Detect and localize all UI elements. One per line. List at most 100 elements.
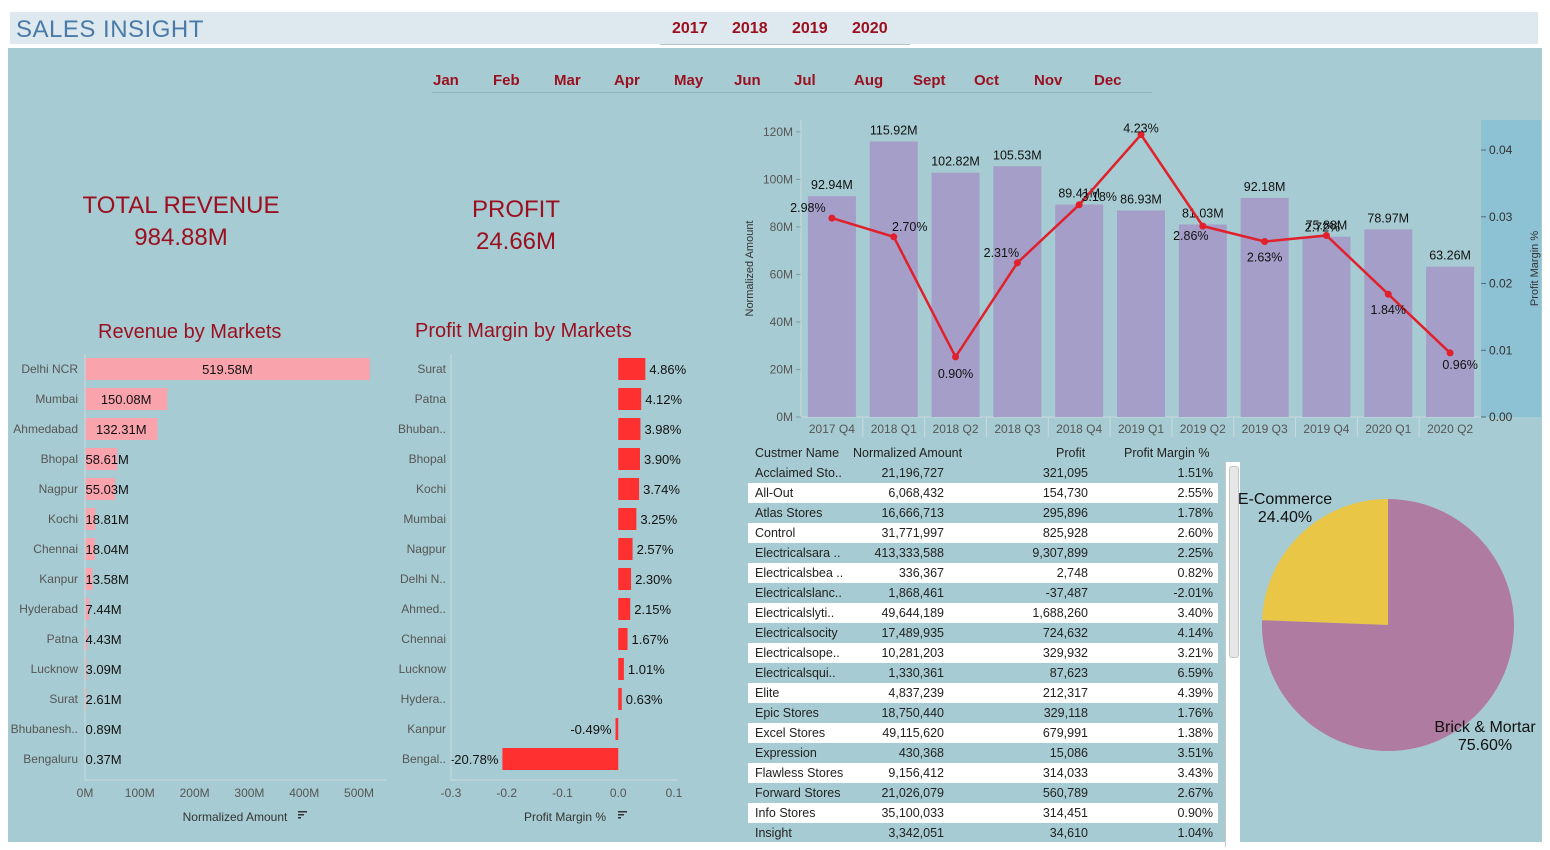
sort-icon-bar	[298, 814, 304, 816]
profit-margin-point[interactable]	[1261, 237, 1269, 245]
table-row[interactable]: All-Out 6,068,432 154,730 2.55%	[748, 483, 1218, 503]
profit-margin-point[interactable]	[828, 214, 836, 222]
pie-label-brick: Brick & Mortar 75.60%	[1420, 719, 1550, 755]
month-mar[interactable]: Mar	[554, 72, 581, 89]
margin-bar[interactable]	[615, 718, 619, 740]
quarter-bar[interactable]	[807, 196, 856, 417]
table-row[interactable]: Electricalslyti.. 49,644,189 1,688,260 3.40…	[748, 603, 1218, 623]
quarter-bar[interactable]	[1178, 224, 1227, 417]
month-may[interactable]: May	[674, 72, 703, 89]
margin-bar[interactable]	[618, 478, 640, 500]
top-bar: SALES INSIGHT 2017 2018 2019 2020	[10, 12, 1538, 45]
quarter-bar[interactable]	[1302, 236, 1351, 417]
month-dec[interactable]: Dec	[1094, 72, 1122, 89]
cell-amount: 16,666,713	[881, 506, 944, 520]
profit-margin-point[interactable]	[952, 353, 960, 361]
quarter-bar[interactable]	[1364, 229, 1413, 417]
quarter-bar[interactable]	[1426, 266, 1475, 417]
col-normalized-amount[interactable]: Normalized Amount	[853, 446, 962, 460]
quarter-bar[interactable]	[1117, 210, 1165, 417]
month-apr[interactable]: Apr	[614, 72, 640, 89]
quarter-tick-label: 2018 Q3	[994, 422, 1040, 436]
dashboard-canvas: Jan Feb Mar Apr May Jun Jul Aug Sept Oct…	[8, 48, 1542, 847]
month-aug[interactable]: Aug	[854, 72, 883, 89]
table-row[interactable]: Electricalsqui.. 1,330,361 87,623 6.59%	[748, 663, 1218, 683]
margin-bar[interactable]	[618, 628, 628, 650]
margin-bar[interactable]	[618, 688, 622, 710]
month-nov[interactable]: Nov	[1034, 72, 1062, 89]
month-jan[interactable]: Jan	[433, 72, 459, 89]
margin-bar[interactable]	[618, 598, 631, 620]
table-row[interactable]: Expression 430,368 15,086 3.51%	[748, 743, 1218, 763]
table-row[interactable]: Electricalsocity 17,489,935 724,632 4.14%	[748, 623, 1218, 643]
quarter-tick-label: 2017 Q4	[809, 422, 855, 436]
table-row[interactable]: Insight 3,342,051 34,610 1.04%	[748, 823, 1218, 843]
x-tick-label: -0.2	[496, 786, 517, 800]
table-row[interactable]: Elite 4,837,239 212,317 4.39%	[748, 683, 1218, 703]
sort-icon[interactable]	[618, 811, 627, 819]
month-oct[interactable]: Oct	[974, 72, 999, 89]
cell-amount: 336,367	[898, 566, 944, 580]
month-jul[interactable]: Jul	[794, 72, 816, 89]
x-tick-label: 0M	[77, 786, 94, 800]
margin-bar[interactable]	[618, 448, 640, 470]
month-feb[interactable]: Feb	[493, 72, 520, 89]
table-row[interactable]: Forward Stores 21,026,079 560,789 2.67%	[748, 783, 1218, 803]
cell-customer: Epic Stores	[755, 706, 819, 720]
table-row[interactable]: Electricalslanc.. 1,868,461 -37,487 -2.01%	[748, 583, 1218, 603]
margin-bar[interactable]	[618, 358, 646, 380]
col-customer-name[interactable]: Custmer Name	[755, 446, 839, 460]
cell-customer: Expression	[755, 746, 817, 760]
y2-axis-title: Profit Margin %	[1529, 231, 1541, 306]
table-row[interactable]: Electricalsara .. 413,333,588 9,307,899 2.2…	[748, 543, 1218, 563]
pie-label-brick-value: 75.60%	[1457, 737, 1513, 754]
quarter-bar-label: 102.82M	[931, 155, 980, 169]
month-sept[interactable]: Sept	[913, 72, 946, 89]
table-row[interactable]: Epic Stores 18,750,440 329,118 1.76%	[748, 703, 1218, 723]
profit-margin-point[interactable]	[1446, 349, 1454, 357]
cell-profit: 87,623	[1049, 666, 1088, 680]
market-label: Bengaluru	[23, 752, 78, 766]
market-label: Mumbai	[35, 392, 78, 406]
quarter-bar-label: 63.26M	[1429, 249, 1471, 263]
quarter-bar[interactable]	[869, 141, 918, 417]
table-row[interactable]: Info Stores 35,100,033 314,451 0.90%	[748, 803, 1218, 823]
revenue-value-label: 0.89M	[86, 722, 122, 737]
sort-icon[interactable]	[298, 811, 307, 819]
margin-bar[interactable]	[502, 748, 619, 770]
table-row[interactable]: Atlas Stores 16,666,713 295,896 1.78%	[748, 503, 1218, 523]
cell-customer: Forward Stores	[755, 786, 841, 800]
month-jun[interactable]: Jun	[734, 72, 761, 89]
margin-bar[interactable]	[618, 508, 637, 530]
col-profit-margin[interactable]: Profit Margin %	[1124, 446, 1209, 460]
margin-value-label: 2.30%	[635, 572, 672, 587]
table-row[interactable]: Electricalsope.. 10,281,203 329,932 3.21%	[748, 643, 1218, 663]
margin-bar[interactable]	[618, 418, 641, 440]
profit-margin-point[interactable]	[1013, 259, 1021, 267]
margin-bar[interactable]	[618, 538, 633, 560]
cell-customer: Electricalsara ..	[755, 546, 841, 560]
table-row[interactable]: Control 31,771,997 825,928 2.60%	[748, 523, 1218, 543]
margin-bar[interactable]	[618, 568, 632, 590]
year-2019[interactable]: 2019	[792, 20, 828, 38]
cell-profit: 314,033	[1042, 766, 1088, 780]
margin-bar[interactable]	[618, 388, 642, 410]
year-2017[interactable]: 2017	[672, 20, 708, 38]
table-row[interactable]: Flawless Stores 9,156,412 314,033 3.43%	[748, 763, 1218, 783]
sort-icon-bar	[298, 811, 307, 813]
quarter-bar[interactable]	[1240, 197, 1289, 417]
quarter-bar[interactable]	[1055, 204, 1104, 417]
table-row[interactable]: Acclaimed Sto.. 21,196,727 321,095 1.51%	[748, 463, 1218, 483]
profit-margin-point[interactable]	[1384, 290, 1392, 298]
cell-customer: Electricalslyti..	[755, 606, 835, 620]
col-profit[interactable]: Profit	[1056, 446, 1085, 460]
profit-margin-point[interactable]	[890, 233, 898, 241]
year-2020[interactable]: 2020	[852, 20, 888, 38]
quarter-tick-label: 2019 Q2	[1180, 422, 1226, 436]
table-row[interactable]: Excel Stores 49,115,620 679,991 1.38%	[748, 723, 1218, 743]
quarter-bar[interactable]	[993, 166, 1042, 417]
y-tick-label: 120M	[763, 125, 793, 139]
table-row[interactable]: Electricalsbea .. 336,367 2,748 0.82%	[748, 563, 1218, 583]
margin-bar[interactable]	[618, 658, 624, 680]
year-2018[interactable]: 2018	[732, 20, 768, 38]
